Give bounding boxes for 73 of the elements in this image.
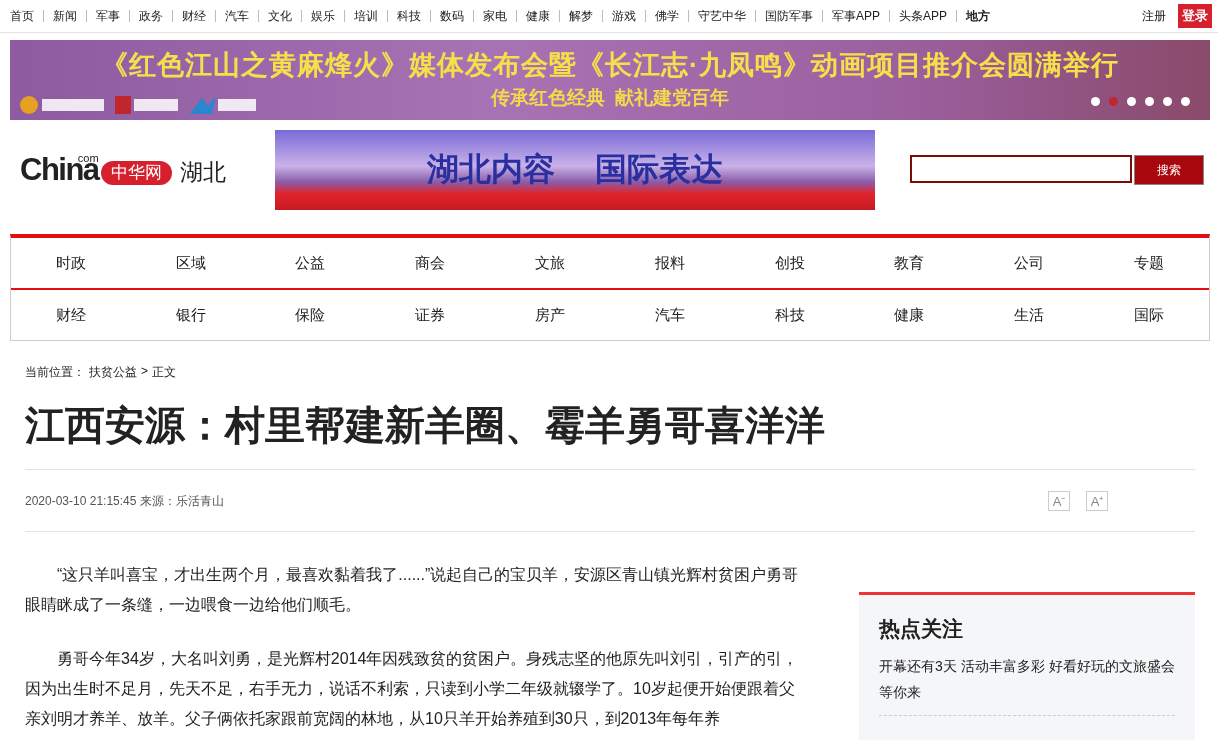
top-nav-link[interactable]: 军事APP bbox=[822, 10, 889, 22]
sponsor-logo-icon bbox=[114, 94, 180, 116]
breadcrumb-label: 当前位置： bbox=[25, 364, 85, 381]
top-nav-link[interactable]: 守艺中华 bbox=[688, 10, 755, 22]
article-meta: 2020-03-10 21:15:45 来源：乐活青山 bbox=[25, 492, 225, 510]
breadcrumb-current: 正文 bbox=[152, 364, 176, 381]
nav-link[interactable]: 银行 bbox=[130, 305, 251, 325]
article-title: 江西安源：村里帮建新羊圈、霉羊勇哥喜洋洋 bbox=[25, 402, 826, 449]
breadcrumb-link[interactable]: 扶贫公益 bbox=[89, 364, 137, 381]
banner-text: 国际表达 bbox=[595, 150, 723, 189]
nav-link[interactable]: 专题 bbox=[1089, 253, 1209, 273]
nav-link[interactable]: 保险 bbox=[250, 305, 371, 325]
slide-dot[interactable] bbox=[1163, 97, 1172, 106]
banner-text: 湖北内容 bbox=[427, 150, 555, 189]
ad-banner[interactable]: 湖北内容 国际表达 bbox=[275, 130, 875, 210]
slide-dot[interactable] bbox=[1181, 97, 1190, 106]
nav-link[interactable]: 公益 bbox=[250, 253, 371, 273]
nav-link[interactable]: 创投 bbox=[729, 253, 850, 273]
top-nav-link[interactable]: 游戏 bbox=[602, 10, 645, 22]
nav-link[interactable]: 证券 bbox=[370, 305, 491, 325]
top-nav-link[interactable]: 解梦 bbox=[559, 10, 602, 22]
article-paragraph: “这只羊叫喜宝，才出生两个月，最喜欢黏着我了......”说起自己的宝贝羊，安源区青山镇光辉村贫困户勇哥眼睛眯成了一条缝，一边喂食一边给他们顺毛。 bbox=[25, 565, 800, 615]
top-nav-link[interactable]: 头条APP bbox=[889, 10, 957, 22]
nav-link[interactable]: 时政 bbox=[11, 253, 131, 273]
search-field[interactable] bbox=[910, 155, 1132, 183]
slide-dot[interactable] bbox=[1109, 97, 1118, 106]
sidebar-link[interactable]: 开幕还有3天 活动丰富多彩 好看好玩的文旅盛会等你来 bbox=[879, 653, 1175, 716]
search-button[interactable]: 搜索 bbox=[1134, 155, 1204, 185]
top-nav-link[interactable]: 科技 bbox=[387, 10, 430, 22]
nav-link[interactable]: 房产 bbox=[490, 305, 610, 325]
top-nav-link[interactable]: 佛学 bbox=[645, 10, 688, 22]
nav-link[interactable]: 区域 bbox=[130, 253, 251, 273]
slide-dot[interactable] bbox=[1091, 97, 1100, 106]
sponsor-logo-icon bbox=[188, 94, 258, 116]
sponsor-logo-icon bbox=[18, 94, 106, 116]
top-nav-link[interactable]: 健康 bbox=[516, 10, 559, 22]
top-nav-link[interactable]: 财经 bbox=[172, 10, 215, 22]
font-size-button[interactable]: A⁺ bbox=[1086, 491, 1108, 511]
nav-link[interactable]: 文旅 bbox=[490, 253, 610, 273]
nav-link[interactable]: 财经 bbox=[11, 305, 131, 325]
top-nav-link[interactable]: 政务 bbox=[129, 10, 172, 22]
banner-subtitle: 传承红色经典 献礼建党百年 bbox=[490, 86, 730, 110]
nav-link[interactable]: 教育 bbox=[849, 253, 970, 273]
sidebar-title: 热点关注 bbox=[879, 616, 964, 642]
top-nav-link[interactable]: 首页 bbox=[10, 10, 43, 22]
breadcrumb-separator: > bbox=[141, 364, 148, 380]
top-nav-link[interactable]: 数码 bbox=[430, 10, 473, 22]
region-name: 湖北 bbox=[179, 159, 226, 185]
font-size-button[interactable]: A⁻ bbox=[1048, 491, 1070, 511]
nav-link[interactable]: 科技 bbox=[729, 305, 850, 325]
nav-link[interactable]: 健康 bbox=[849, 305, 970, 325]
nav-link[interactable]: 商会 bbox=[370, 253, 491, 273]
top-nav-link[interactable]: 文化 bbox=[258, 10, 301, 22]
top-nav-link[interactable]: 培训 bbox=[344, 10, 387, 22]
slide-dot[interactable] bbox=[1145, 97, 1154, 106]
nav-link[interactable]: 生活 bbox=[969, 305, 1090, 325]
top-nav-link[interactable]: 新闻 bbox=[43, 10, 86, 22]
login-button[interactable]: 登录 bbox=[1178, 4, 1212, 28]
register-link[interactable]: 注册 bbox=[1142, 7, 1166, 25]
top-nav-link[interactable]: 国防军事 bbox=[755, 10, 822, 22]
banner-headline: 《红色江山之黄麻烽火》媒体发布会暨《长江志·九凤鸣》动画项目推介会圆满举行 bbox=[101, 49, 1119, 82]
top-nav-link[interactable]: 娱乐 bbox=[301, 10, 344, 22]
top-nav-link[interactable]: 地方 bbox=[956, 10, 1000, 22]
slide-dot[interactable] bbox=[1127, 97, 1136, 106]
nav-link[interactable]: 汽车 bbox=[610, 305, 730, 325]
top-nav-link[interactable]: 家电 bbox=[473, 10, 516, 22]
nav-link[interactable]: 国际 bbox=[1089, 305, 1209, 325]
article-paragraph: 勇哥今年34岁，大名叫刘勇，是光辉村2014年因残致贫的贫困户。身残志坚的他原先叫刘引，引产的引，因为出生时不足月，先天不足，右手无力，说话不利索，只读到小学二年级就辍学了。10岁起便开始便跟着父亲刘明才养羊、放羊。父子俩依托家跟前宽阔的林地，从10只羊开始养殖到30只，到2013年每年养 bbox=[25, 649, 800, 729]
top-nav-link[interactable]: 军事 bbox=[86, 10, 129, 22]
nav-link[interactable]: 报料 bbox=[610, 253, 730, 273]
logo-badge: 中华网 bbox=[100, 161, 172, 185]
nav-link[interactable]: 公司 bbox=[969, 253, 1090, 273]
top-nav-link[interactable]: 汽车 bbox=[215, 10, 258, 22]
